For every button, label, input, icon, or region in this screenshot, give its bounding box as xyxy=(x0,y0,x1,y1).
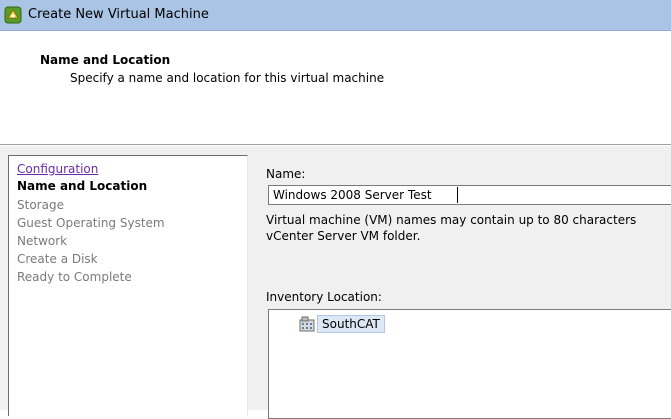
datacenter-icon xyxy=(299,316,315,332)
step-name-and-location: Name and Location xyxy=(17,179,148,193)
page-subtitle: Specify a name and location for this vir… xyxy=(70,71,385,85)
text-caret xyxy=(457,187,458,203)
title-bar: Create New Virtual Machine xyxy=(0,0,671,31)
name-label: Name: xyxy=(266,167,306,181)
inventory-location-label: Inventory Location: xyxy=(266,290,382,304)
wizard-body: Configuration Name and Location Storage … xyxy=(0,146,671,419)
step-configuration-link[interactable]: Configuration xyxy=(17,162,98,176)
page-title: Name and Location xyxy=(40,53,171,67)
help-line-2: vCenter Server VM folder. xyxy=(266,229,421,243)
name-help-text: Virtual machine (VM) names may contain u… xyxy=(266,212,636,244)
window-title: Create New Virtual Machine xyxy=(28,7,209,22)
step-create-disk: Create a Disk xyxy=(17,252,98,266)
wizard-step-list: Configuration Name and Location Storage … xyxy=(8,155,248,416)
step-network: Network xyxy=(17,234,68,248)
inventory-tree[interactable]: SouthCAT xyxy=(268,309,671,419)
name-location-form: Name: Virtual machine (VM) names may con… xyxy=(266,146,671,419)
vm-wizard-icon xyxy=(4,6,22,24)
step-ready-to-complete: Ready to Complete xyxy=(17,270,132,284)
tree-node-southcat[interactable]: SouthCAT xyxy=(299,314,385,334)
tree-node-label: SouthCAT xyxy=(317,315,385,333)
vm-name-input[interactable] xyxy=(268,185,671,205)
wizard-header: Name and Location Specify a name and loc… xyxy=(0,31,671,144)
help-line-1: Virtual machine (VM) names may contain u… xyxy=(266,213,637,227)
step-guest-os: Guest Operating System xyxy=(17,216,165,230)
step-storage: Storage xyxy=(17,198,64,212)
